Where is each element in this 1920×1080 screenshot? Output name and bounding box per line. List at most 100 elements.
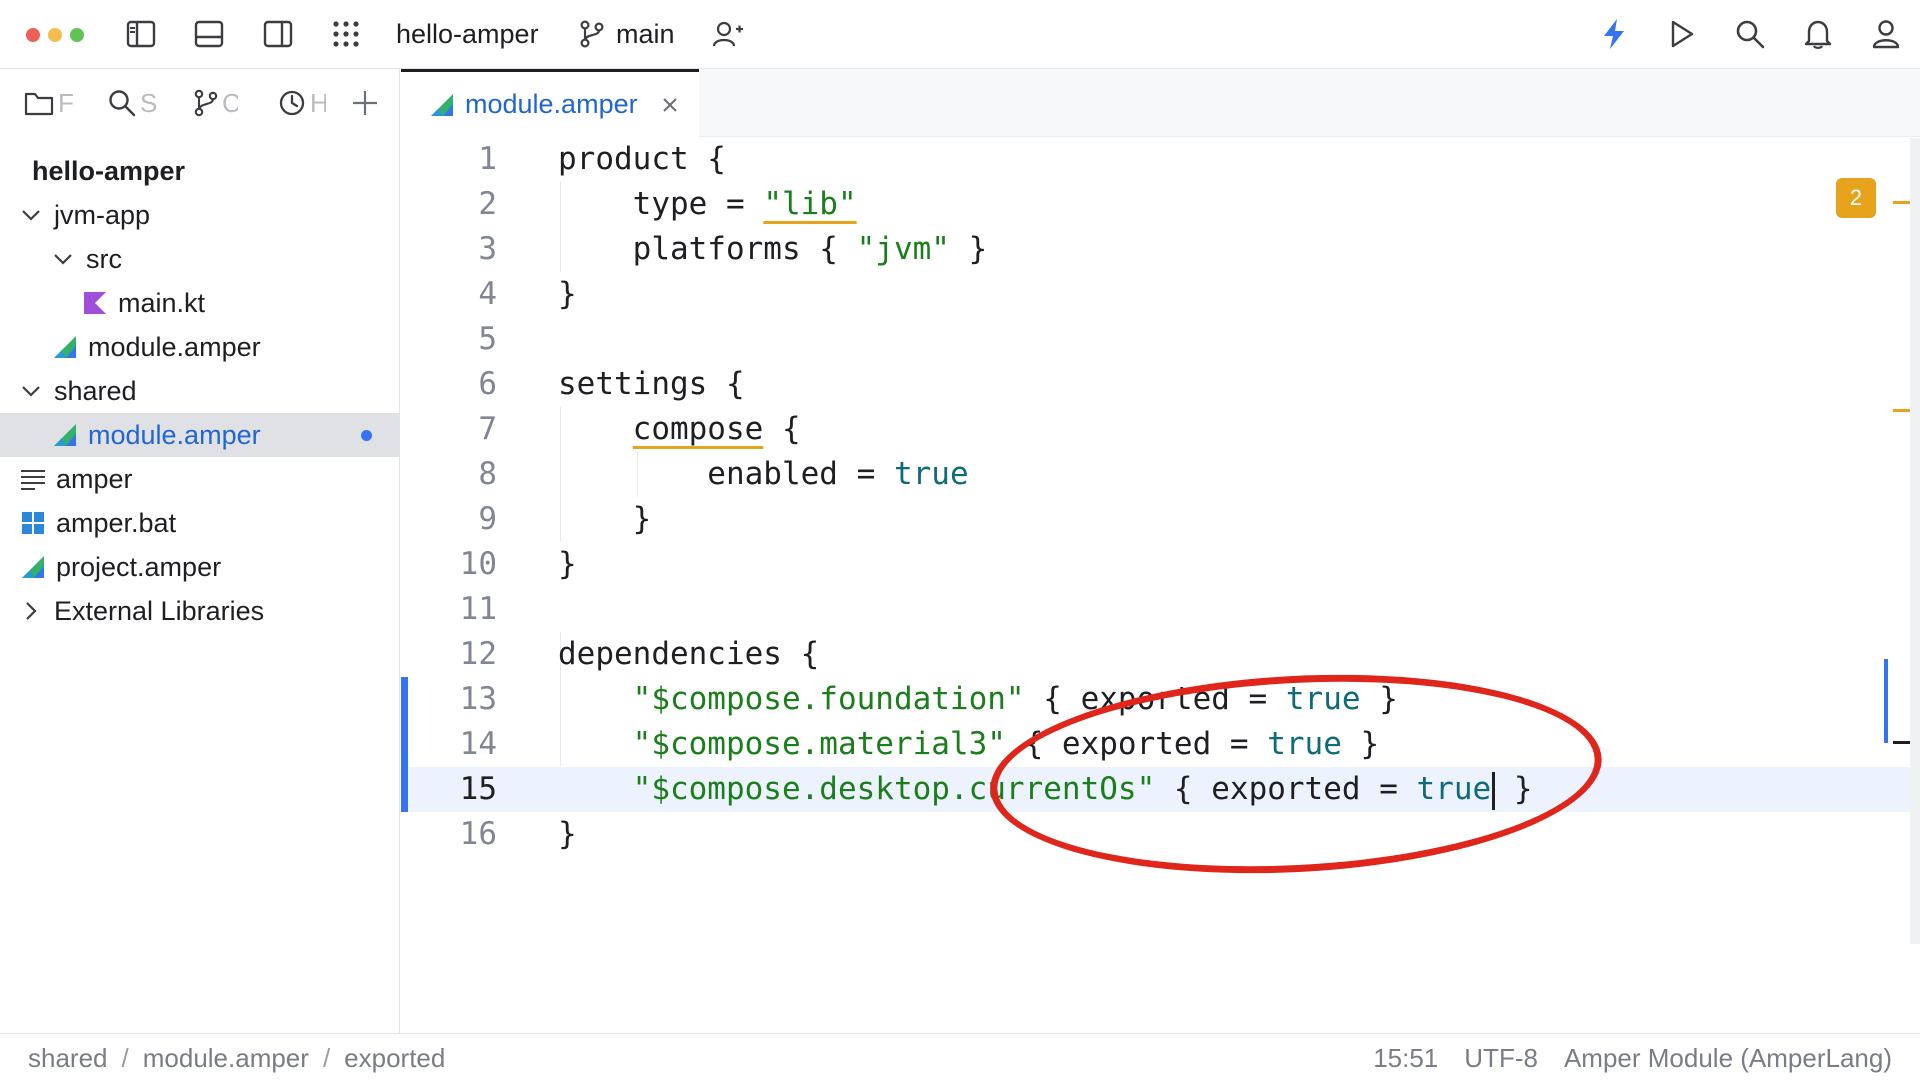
text-file-icon (20, 466, 46, 492)
windows-file-icon (20, 510, 46, 536)
tree-item-main-kt[interactable]: main.kt (0, 281, 400, 325)
tree-root-hello-amper[interactable]: hello-amper (0, 149, 400, 193)
identifier-token-warning[interactable]: compose (633, 411, 764, 447)
tree-item-project-amper[interactable]: project.amper (0, 545, 400, 589)
tree-item-label: amper (56, 463, 133, 494)
line-number: 3 (478, 231, 497, 267)
line-number: 13 (459, 681, 497, 717)
user-account-icon[interactable] (1866, 14, 1906, 54)
project-name-widget[interactable]: hello-amper (396, 17, 539, 51)
editor-scrollbar[interactable] (1910, 138, 1920, 944)
search-tool-button[interactable]: S (108, 83, 156, 123)
ai-assistant-bolt-icon[interactable] (1594, 14, 1634, 54)
title-bar: hello-amper main (0, 0, 1920, 69)
line-number: 9 (478, 501, 497, 537)
tree-item-jvm-app[interactable]: jvm-app (0, 193, 400, 237)
code-line: 14 "$compose.material3" { exported = tru… (401, 722, 1920, 767)
amper-file-icon (52, 422, 78, 448)
add-tool-button[interactable] (352, 83, 378, 123)
code-text: product { (558, 141, 726, 177)
tree-item-jvm-app-module-amper[interactable]: module.amper (0, 325, 400, 369)
code-token: { exported = (1005, 726, 1268, 762)
history-tool-label: H (310, 87, 326, 118)
search-everywhere-icon[interactable] (1730, 14, 1770, 54)
code-text: } (558, 546, 577, 582)
chevron-down-icon[interactable] (20, 380, 42, 402)
caret-position[interactable]: 15:51 (1373, 1043, 1438, 1074)
minimize-window-button[interactable] (48, 28, 62, 42)
line-number: 12 (459, 636, 497, 672)
close-tab-icon[interactable] (662, 97, 678, 113)
warnings-count-badge[interactable]: 2 (1836, 178, 1876, 218)
tree-item-label: jvm-app (54, 199, 151, 230)
bottom-panel-toggle-icon[interactable] (189, 14, 229, 54)
right-panel-toggle-icon[interactable] (258, 14, 298, 54)
chevron-down-icon[interactable] (20, 204, 42, 226)
code-token: } (1495, 771, 1533, 807)
breadcrumb-item[interactable]: exported (344, 1043, 445, 1074)
keyword-token: true (1416, 771, 1492, 807)
run-icon[interactable] (1662, 14, 1702, 54)
code-line: 6 settings { (401, 362, 1920, 407)
chevron-down-icon[interactable] (52, 248, 74, 270)
tree-item-shared-module-amper[interactable]: module.amper (0, 413, 400, 457)
status-bar: shared / module.amper / exported 15:51 U… (0, 1033, 1920, 1080)
commit-tool-button[interactable]: C (194, 83, 238, 123)
project-sidebar: F S C H hello-amper jvm-app src main.kt … (0, 69, 400, 1033)
tab-module-amper[interactable]: module.amper (401, 69, 699, 137)
breadcrumb-separator: / (322, 1043, 331, 1073)
code-editor[interactable]: 1 product { 2 type = "lib" 3 platforms {… (401, 137, 1920, 1032)
line-number: 14 (459, 726, 497, 762)
line-number: 1 (478, 141, 497, 177)
string-token: "$compose.desktop.currentOs" (632, 771, 1156, 807)
main-menu-grid-icon[interactable] (326, 14, 366, 54)
project-tool-label: F (58, 87, 74, 118)
file-encoding[interactable]: UTF-8 (1464, 1043, 1538, 1074)
add-collaborator-icon[interactable] (708, 14, 748, 54)
left-panel-toggle-icon[interactable] (121, 14, 161, 54)
branch-icon (194, 89, 218, 117)
file-type[interactable]: Amper Module (AmperLang) (1564, 1043, 1892, 1074)
breadcrumb-item[interactable]: shared (28, 1043, 108, 1074)
code-line: 1 product { (401, 137, 1920, 182)
line-number: 11 (459, 591, 497, 627)
tree-item-label: External Libraries (54, 595, 265, 626)
chevron-right-icon[interactable] (20, 600, 42, 622)
string-token: "jvm" (856, 231, 950, 267)
tree-item-amper-bat[interactable]: amper.bat (0, 501, 400, 545)
tree-item-src[interactable]: src (0, 237, 400, 281)
tree-item-label: module.amper (88, 331, 261, 362)
code-text: } (558, 501, 652, 537)
code-text: compose { (558, 407, 801, 452)
line-number: 4 (478, 276, 497, 312)
string-token-warning[interactable]: "lib" (763, 186, 856, 222)
tree-item-external-libraries[interactable]: External Libraries (0, 589, 400, 633)
project-tool-button[interactable]: F (24, 83, 74, 123)
change-stripe-marker[interactable] (1884, 659, 1888, 743)
line-number: 2 (478, 186, 497, 222)
breadcrumb: shared / module.amper / exported (28, 1043, 445, 1074)
line-number: 15 (459, 771, 497, 807)
history-tool-button[interactable]: H (278, 83, 326, 123)
code-line: 16 } (401, 812, 1920, 857)
tab-label: module.amper (465, 89, 638, 119)
breadcrumb-item[interactable]: module.amper (143, 1043, 309, 1074)
zoom-window-button[interactable] (70, 28, 84, 42)
tree-item-amper[interactable]: amper (0, 457, 400, 501)
code-text: "$compose.desktop.currentOs" { exported … (558, 767, 1533, 812)
amper-file-icon (429, 93, 455, 117)
code-text: } (558, 276, 577, 312)
string-token: "$compose.material3" (632, 726, 1006, 762)
notifications-bell-icon[interactable] (1798, 14, 1838, 54)
close-window-button[interactable] (26, 28, 40, 42)
tree-item-shared[interactable]: shared (0, 369, 400, 413)
code-text: platforms { "jvm" } (558, 227, 988, 272)
folder-icon (24, 90, 54, 116)
vcs-branch-widget[interactable]: main (616, 17, 675, 51)
string-token: "$compose.foundation" (632, 681, 1025, 717)
project-tree: hello-amper jvm-app src main.kt module.a… (0, 149, 400, 633)
status-widgets: 15:51 UTF-8 Amper Module (AmperLang) (1373, 1043, 1892, 1074)
